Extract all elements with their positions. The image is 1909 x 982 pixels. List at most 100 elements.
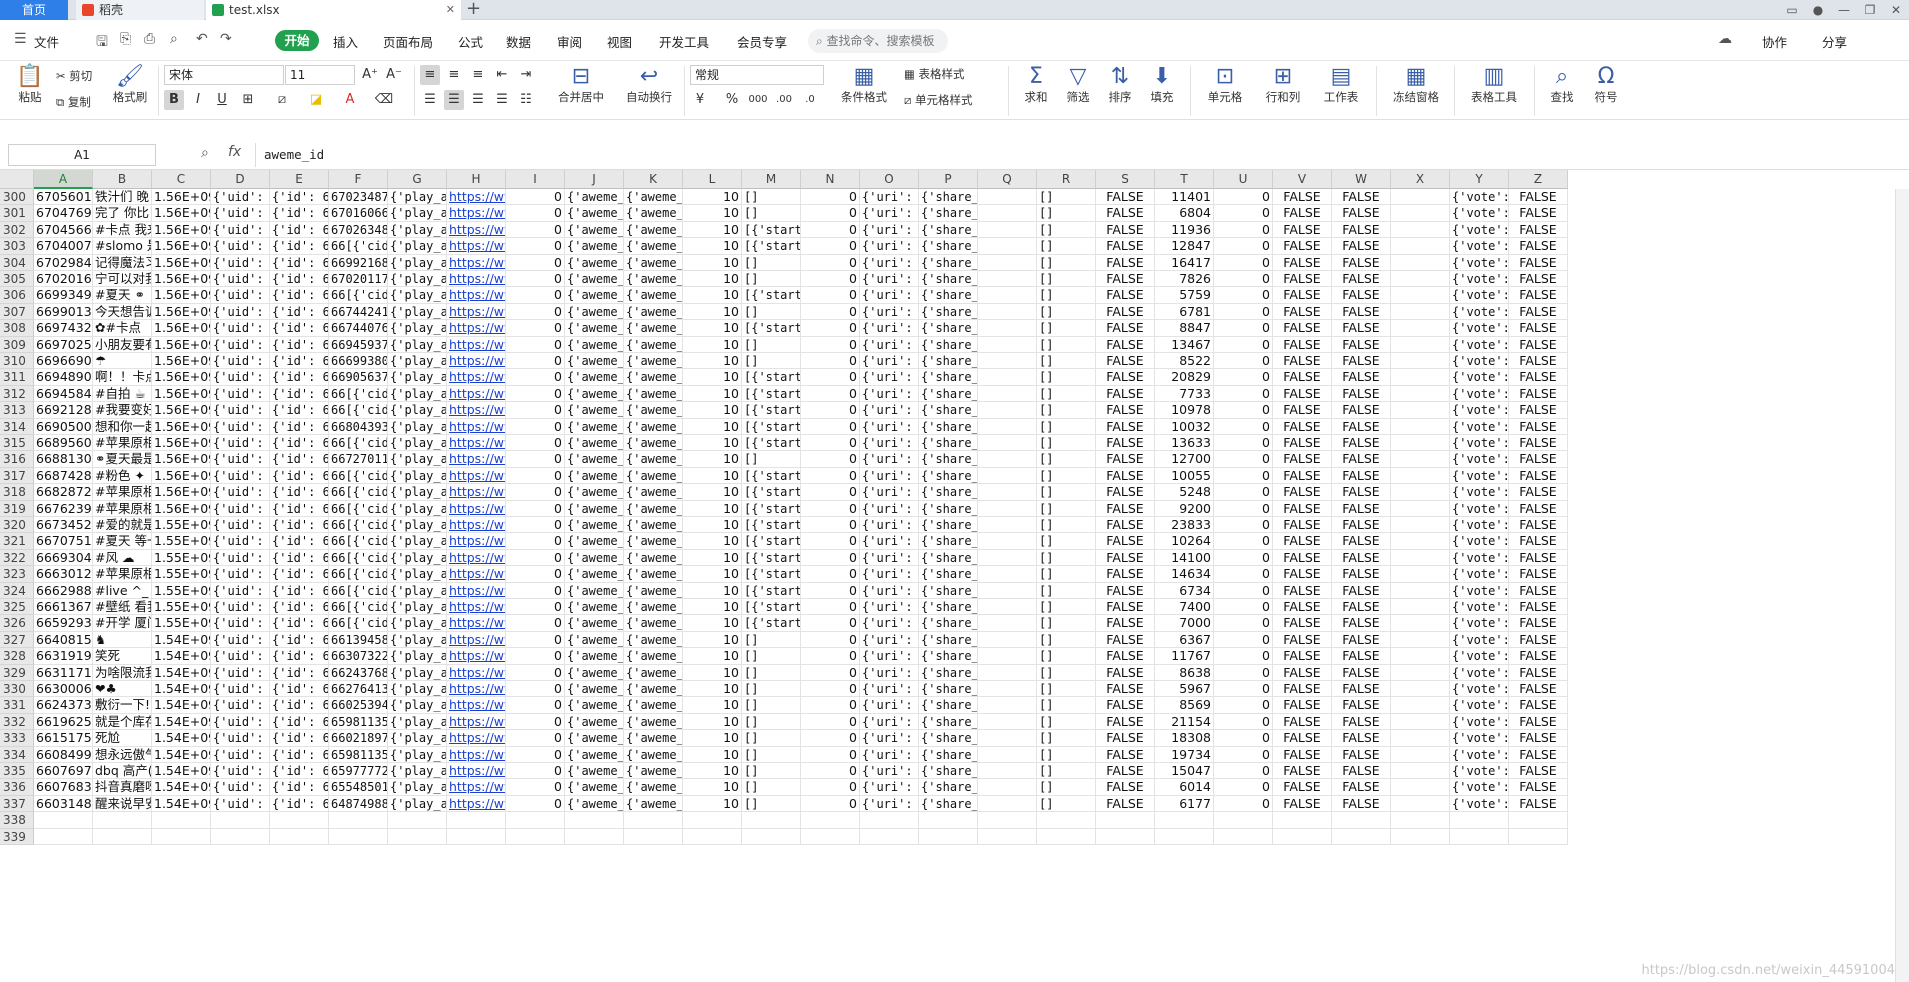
decrease-font-icon[interactable]: A⁻ [384, 65, 404, 85]
cell-B[interactable]: #slomo 是 [93, 238, 152, 255]
cell-F[interactable]: 66[{'cid': [329, 549, 388, 567]
cell-A[interactable]: 67056015 [34, 189, 93, 206]
cell-Y[interactable]: {'vote': [1450, 730, 1509, 747]
cell-style-button[interactable]: ⧄ 单元格样式 [904, 92, 972, 108]
cell-Q[interactable] [978, 402, 1037, 419]
cell-K[interactable]: {'aweme_i [624, 484, 683, 501]
cell-O[interactable]: {'uri': ' [860, 517, 919, 534]
cell-Z[interactable]: FALSE [1509, 353, 1568, 370]
print-preview-icon[interactable]: ⌕ [170, 31, 178, 47]
cell-V[interactable]: FALSE [1273, 664, 1332, 681]
cell-X[interactable] [1391, 746, 1450, 763]
column-header-K[interactable]: K [624, 170, 683, 189]
cell-C[interactable]: 1.56E+09 [152, 189, 211, 206]
cell-M[interactable]: [{'start' [742, 238, 801, 255]
cell-F[interactable]: 6702011789 [329, 271, 388, 288]
cell-X[interactable] [1391, 828, 1450, 845]
bold-icon[interactable]: B [164, 90, 184, 110]
row-header[interactable]: 329 [0, 664, 34, 681]
cell-I[interactable]: 0 [506, 336, 565, 353]
cell-W[interactable]: FALSE [1332, 664, 1391, 681]
cell-B[interactable]: #粉色 ✦ [93, 467, 152, 485]
cell-E[interactable]: {'id': 6690563721 [270, 369, 329, 386]
cell-F[interactable]: 6674407643 [329, 320, 388, 337]
cell-L[interactable]: 10 [683, 730, 742, 747]
cell-S[interactable]: FALSE [1096, 221, 1155, 239]
column-header-I[interactable]: I [506, 170, 565, 189]
cell-O[interactable]: {'uri': ' [860, 287, 919, 304]
cell-T[interactable]: 8638 [1155, 664, 1214, 681]
menu-member[interactable]: 会员专享 [737, 32, 787, 51]
cell-C[interactable]: 1.54E+09 [152, 795, 211, 813]
cell-S[interactable]: FALSE [1096, 631, 1155, 649]
cell-I[interactable]: 0 [506, 599, 565, 616]
cell-U[interactable]: 0 [1214, 746, 1273, 763]
hamburger-icon[interactable]: ☰ [14, 31, 27, 47]
cell-Z[interactable]: FALSE [1509, 221, 1568, 239]
column-header-M[interactable]: M [742, 170, 801, 189]
cell-V[interactable]: FALSE [1273, 303, 1332, 321]
cell-D[interactable]: {'uid': ' [211, 205, 270, 222]
cell-V[interactable]: FALSE [1273, 566, 1332, 583]
cell-H[interactable]: https://ww [447, 402, 506, 419]
font-color-icon[interactable]: A [340, 90, 360, 110]
cell-T[interactable]: 6734 [1155, 582, 1214, 599]
cell-U[interactable]: 0 [1214, 730, 1273, 747]
cell-O[interactable]: {'uri': ' [860, 697, 919, 714]
cell-Z[interactable]: FALSE [1509, 205, 1568, 222]
cell-R[interactable]: [] [1037, 517, 1096, 534]
cell-E[interactable]: {'id': 6598113542 [270, 746, 329, 763]
cell-E[interactable]: {'id': 6701606673 [270, 205, 329, 222]
cell-B[interactable]: #苹果原相 [93, 435, 152, 452]
cell-N[interactable]: 0 [801, 418, 860, 435]
cell-T[interactable]: 18308 [1155, 730, 1214, 747]
cell-W[interactable]: FALSE [1332, 533, 1391, 550]
minimize-icon[interactable]: — [1831, 0, 1857, 20]
cell-C[interactable]: 1.55E+09 [152, 599, 211, 616]
cell-O[interactable]: {'uri': ' [860, 582, 919, 599]
cell-J[interactable]: {'aweme_i [565, 779, 624, 796]
align-middle-icon[interactable]: ≡ [444, 65, 464, 85]
cell-G[interactable]: {'play_ac [388, 369, 447, 386]
cell-Q[interactable] [978, 648, 1037, 665]
cell-V[interactable]: FALSE [1273, 681, 1332, 698]
cell-Z[interactable]: FALSE [1509, 549, 1568, 567]
select-all-corner[interactable] [0, 170, 34, 189]
cell-M[interactable]: [{'start' [742, 599, 801, 616]
cell-P[interactable]: {'share_url': 'htt [919, 631, 978, 649]
cell-G[interactable] [388, 812, 447, 829]
cell-A[interactable]: 66970254 [34, 336, 93, 353]
cell-B[interactable]: 想永远傲气 [93, 746, 152, 763]
cell-W[interactable]: FALSE [1332, 385, 1391, 403]
cell-O[interactable]: {'uri': ' [860, 648, 919, 665]
cell-Z[interactable]: FALSE [1509, 467, 1568, 485]
cell-R[interactable]: [] [1037, 566, 1096, 583]
cell-N[interactable]: 0 [801, 369, 860, 386]
cell-Z[interactable]: FALSE [1509, 664, 1568, 681]
cell-R[interactable]: [] [1037, 271, 1096, 288]
cell-V[interactable]: FALSE [1273, 287, 1332, 304]
cell-S[interactable]: FALSE [1096, 271, 1155, 288]
cell-Y[interactable]: {'vote': [1450, 271, 1509, 288]
cell-J[interactable]: {'aweme_i [565, 254, 624, 271]
cell-A[interactable]: 66762391 [34, 500, 93, 517]
cell-D[interactable]: {'uid': ' [211, 238, 270, 255]
cell-B[interactable]: #我要变好 [93, 402, 152, 419]
cell-H[interactable]: https://ww [447, 435, 506, 452]
cell-E[interactable] [270, 828, 329, 845]
cell-Y[interactable]: {'vote': [1450, 287, 1509, 304]
cell-S[interactable]: FALSE [1096, 254, 1155, 271]
cell-O[interactable]: {'uri': ' [860, 418, 919, 435]
cell-B[interactable]: #夏天 ⚭ [93, 287, 152, 304]
cell-F[interactable]: 6669938014 [329, 353, 388, 370]
cell-G[interactable]: {'play_ac [388, 517, 447, 534]
cell-Q[interactable] [978, 287, 1037, 304]
cell-Q[interactable] [978, 238, 1037, 255]
cell-M[interactable]: [{'start' [742, 320, 801, 337]
cell-R[interactable]: [] [1037, 467, 1096, 485]
cell-Y[interactable]: {'vote': [1450, 303, 1509, 321]
cell-N[interactable]: 0 [801, 517, 860, 534]
cell-V[interactable] [1273, 828, 1332, 845]
cell-M[interactable]: [] [742, 648, 801, 665]
cell-C[interactable]: 1.55E+09 [152, 582, 211, 599]
